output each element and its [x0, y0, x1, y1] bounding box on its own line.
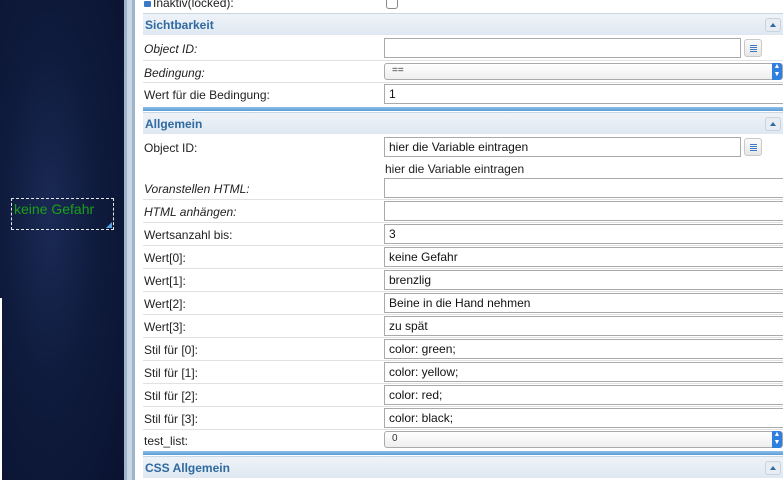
value-input[interactable]: brenzlig — [384, 270, 783, 290]
value-input[interactable]: zu spät — [384, 316, 783, 336]
vis-condition-label: Bedingung: — [144, 66, 205, 80]
style-row: Stil für [0]: color: green; — [135, 338, 783, 361]
prepend-html-label: Voranstellen HTML: — [144, 182, 250, 196]
editor-canvas — [0, 0, 124, 480]
vis-object-id-row: Object ID: — [135, 37, 783, 60]
value-row: Wert[0]: keine Gefahr — [135, 246, 783, 269]
section-title: Allgemein — [145, 117, 203, 131]
style-label: Stil für [0]: — [144, 343, 199, 357]
vis-condition-selected: == — [392, 65, 404, 76]
value-count-input[interactable]: 3 — [384, 224, 783, 244]
style-row: Stil für [1]: color: yellow; — [135, 361, 783, 384]
locked-checkbox[interactable] — [386, 0, 398, 9]
gen-object-id-input[interactable]: hier die Variable eintragen — [384, 137, 741, 157]
section-header-sichtbarkeit[interactable]: Sichtbarkeit — [143, 13, 783, 35]
style-label: Stil für [3]: — [144, 412, 199, 426]
value-label: Wert[0]: — [144, 251, 186, 265]
widget-text: keine Gefahr — [14, 201, 95, 217]
select-arrows-icon: ▲ ▼ — [772, 63, 782, 80]
collapse-icon[interactable] — [765, 18, 781, 32]
value-row: Wert[2]: Beine in die Hand nehmen — [135, 292, 783, 315]
append-html-row: HTML anhängen: — [135, 200, 783, 223]
splitter-highlight — [127, 0, 132, 480]
vis-condition-row: Bedingung: == ▲ ▼ — [135, 61, 783, 84]
vis-condition-value-input[interactable]: 1 — [384, 84, 783, 104]
append-html-label: HTML anhängen: — [144, 205, 237, 219]
style-input[interactable]: color: yellow; — [384, 362, 783, 382]
test-list-row: test_list: 0 ▲ ▼ — [135, 429, 783, 452]
section-separator — [143, 107, 783, 111]
prepend-html-row: Voranstellen HTML: — [135, 177, 783, 200]
vis-condition-value-label: Wert für die Bedingung: — [144, 88, 270, 102]
collapse-icon[interactable] — [765, 117, 781, 131]
object-browser-button[interactable] — [744, 138, 762, 156]
section-title: Sichtbarkeit — [145, 18, 214, 32]
style-label: Stil für [1]: — [144, 366, 199, 380]
value-label: Wert[2]: — [144, 297, 186, 311]
style-label: Stil für [2]: — [144, 389, 199, 403]
list-icon — [750, 45, 757, 52]
select-arrows-icon: ▲ ▼ — [772, 431, 782, 448]
prepend-html-input[interactable] — [384, 178, 783, 198]
list-icon — [750, 144, 757, 151]
value-label: Wert[3]: — [144, 320, 186, 334]
style-input[interactable]: color: red; — [384, 385, 783, 405]
value-row: Wert[1]: brenzlig — [135, 269, 783, 292]
selected-widget[interactable]: keine Gefahr — [11, 198, 114, 230]
lock-icon — [144, 1, 151, 7]
style-row: Stil für [2]: color: red; — [135, 384, 783, 407]
object-browser-button[interactable] — [744, 39, 762, 57]
section-header-css-allgemein[interactable]: CSS Allgemein — [143, 456, 783, 478]
style-row: Stil für [3]: color: black; — [135, 407, 783, 430]
locked-label-text: Inaktiv(locked): — [153, 0, 234, 10]
properties-panel: Inaktiv(locked): Sichtbarkeit Object ID:… — [135, 0, 783, 480]
value-input[interactable]: keine Gefahr — [384, 247, 783, 267]
style-input[interactable]: color: green; — [384, 339, 783, 359]
value-count-row: Wertsanzahl bis: 3 — [135, 223, 783, 246]
test-list-select[interactable]: 0 ▲ ▼ — [384, 431, 783, 448]
section-header-allgemein[interactable]: Allgemein — [143, 112, 783, 134]
object-id-hint: hier die Variable eintragen — [385, 162, 525, 176]
vis-condition-select[interactable]: == ▲ ▼ — [384, 63, 783, 80]
value-count-label: Wertsanzahl bis: — [144, 228, 233, 242]
value-row: Wert[3]: zu spät — [135, 315, 783, 338]
append-html-input[interactable] — [384, 201, 783, 221]
test-list-selected: 0 — [392, 433, 398, 444]
value-label: Wert[1]: — [144, 274, 186, 288]
vis-condition-value-row: Wert für die Bedingung: 1 — [135, 83, 783, 106]
vis-object-id-label: Object ID: — [144, 42, 198, 56]
resize-handle-icon[interactable] — [106, 222, 112, 228]
section-title: CSS Allgemein — [145, 461, 230, 475]
test-list-label: test_list: — [144, 434, 189, 448]
value-input[interactable]: Beine in die Hand nehmen — [384, 293, 783, 313]
gen-object-id-label: Object ID: — [144, 141, 198, 155]
style-input[interactable]: color: black; — [384, 408, 783, 428]
section-separator — [143, 451, 783, 455]
locked-label: Inaktiv(locked): — [144, 0, 234, 10]
collapse-icon[interactable] — [765, 461, 781, 475]
gen-object-id-row: Object ID: hier die Variable eintragen — [135, 136, 783, 159]
vis-object-id-input[interactable] — [384, 38, 741, 58]
canvas-guide-line — [0, 298, 2, 480]
